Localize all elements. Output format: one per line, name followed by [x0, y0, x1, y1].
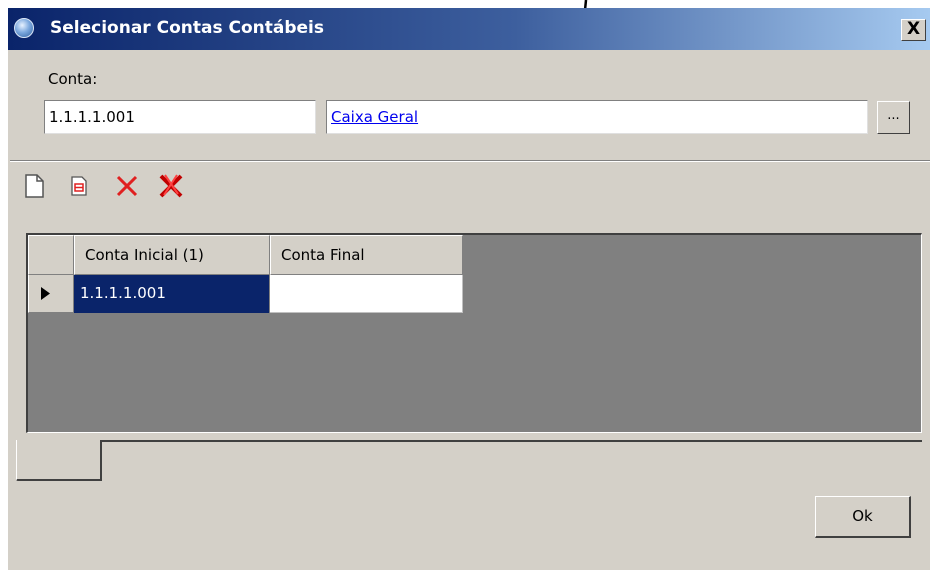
grid-cell-conta-final[interactable] [270, 275, 463, 313]
conta-label: Conta: [48, 70, 98, 88]
current-row-arrow-icon [41, 287, 50, 300]
tab-strip-line [102, 440, 922, 442]
close-button[interactable]: X [901, 19, 926, 41]
grid-corner-header [28, 235, 74, 275]
column-header-conta-final[interactable]: Conta Final [270, 235, 463, 275]
separator [10, 160, 930, 162]
conta-description-link[interactable]: Caixa Geral [331, 108, 418, 126]
conta-code-input[interactable]: 1.1.1.1.001 [44, 100, 316, 134]
app-icon [14, 18, 34, 38]
row-selector[interactable] [28, 275, 74, 313]
window-title: Selecionar Contas Contábeis [50, 18, 324, 38]
conta-code-value: 1.1.1.1.001 [49, 108, 135, 126]
browse-button[interactable]: ... [877, 101, 910, 134]
edit-document-icon[interactable] [66, 173, 92, 199]
tab[interactable] [16, 440, 102, 481]
column-header-conta-inicial[interactable]: Conta Inicial (1) [74, 235, 270, 275]
ok-button[interactable]: Ok [815, 496, 911, 538]
new-document-icon[interactable] [22, 173, 48, 199]
delete-icon[interactable] [114, 173, 140, 199]
grid-cell-conta-inicial[interactable]: 1.1.1.1.001 [74, 275, 270, 313]
conta-description-field[interactable]: Caixa Geral [326, 100, 868, 134]
delete-all-icon[interactable] [158, 173, 184, 199]
